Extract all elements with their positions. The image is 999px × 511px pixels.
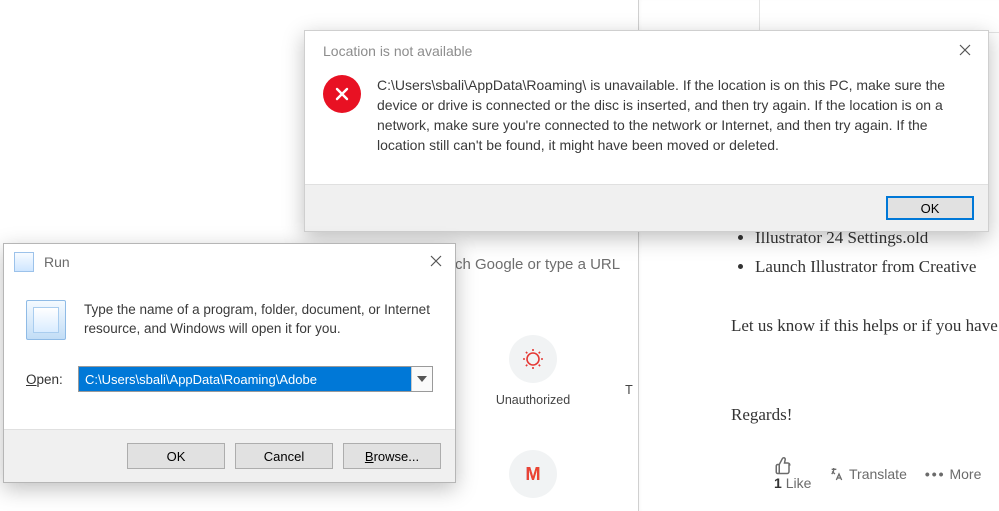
more-button[interactable]: ••• More <box>925 466 982 482</box>
error-body: C:\Users\sbali\AppData\Roaming\ is unava… <box>305 71 988 184</box>
combobox-dropdown-button[interactable] <box>411 367 432 391</box>
error-icon <box>323 75 361 113</box>
x-circle-icon <box>332 84 352 104</box>
more-label: More <box>949 466 981 482</box>
ok-button[interactable]: OK <box>886 196 974 220</box>
doc-regards: Regards! <box>731 400 999 429</box>
tile-label: Unauthorized <box>489 393 577 407</box>
doc-footer-bar: 1 Like Translate ••• More <box>659 457 989 491</box>
tab-cell-empty <box>639 0 760 32</box>
tile-icon-circle: M <box>509 450 557 498</box>
translate-label: Translate <box>849 466 907 482</box>
doc-paragraph: Let us know if this helps or if you have <box>731 311 999 340</box>
close-button[interactable] <box>429 254 445 270</box>
error-button-row: OK <box>305 184 988 231</box>
run-dialog: Run Type the name of a program, folder, … <box>3 243 456 483</box>
thumbs-up-icon <box>774 457 792 475</box>
browse-button[interactable]: Browse... <box>343 443 441 469</box>
translate-icon <box>829 466 845 482</box>
run-titlebar: Run <box>4 244 455 280</box>
like-button[interactable]: 1 Like <box>774 457 811 491</box>
open-label: Open: <box>26 372 68 387</box>
gmail-m-icon: M <box>526 464 541 485</box>
run-button-row: OK Cancel Browse... <box>4 429 455 482</box>
close-icon <box>429 254 443 268</box>
run-title: Run <box>44 254 70 270</box>
chrome-shortcut-tile-fragment[interactable]: T <box>614 335 644 397</box>
chevron-down-icon <box>417 376 427 382</box>
run-description: Type the name of a program, folder, docu… <box>84 300 433 338</box>
error-title: Location is not available <box>323 43 472 59</box>
close-icon <box>958 43 972 57</box>
doc-list-item: Launch Illustrator from Creative <box>755 252 999 281</box>
like-count: 1 <box>774 475 782 491</box>
run-icon-large <box>26 300 66 340</box>
chrome-shortcut-tile[interactable]: Unauthorized <box>489 335 577 407</box>
open-input[interactable] <box>79 367 411 391</box>
error-message: C:\Users\sbali\AppData\Roaming\ is unava… <box>377 75 970 184</box>
error-dialog: Location is not available C:\Users\sbali… <box>304 30 989 232</box>
ok-button[interactable]: OK <box>127 443 225 469</box>
open-combobox[interactable] <box>78 366 433 392</box>
close-button[interactable] <box>958 43 974 59</box>
omnibox-hint-fragment[interactable]: ch Google or type a URL <box>455 256 620 273</box>
tab-row <box>639 0 999 33</box>
tile-label: T <box>614 383 644 397</box>
translate-button[interactable]: Translate <box>829 466 906 482</box>
run-body: Type the name of a program, folder, docu… <box>4 280 455 429</box>
error-titlebar: Location is not available <box>305 31 988 71</box>
chrome-shortcut-tile-gmail[interactable]: M <box>489 450 577 508</box>
gear-ring-icon <box>521 347 545 371</box>
run-icon <box>14 252 34 272</box>
more-dots-icon: ••• <box>925 466 946 482</box>
like-label: Like <box>786 475 812 491</box>
tile-icon-circle <box>509 335 557 383</box>
cancel-button[interactable]: Cancel <box>235 443 333 469</box>
